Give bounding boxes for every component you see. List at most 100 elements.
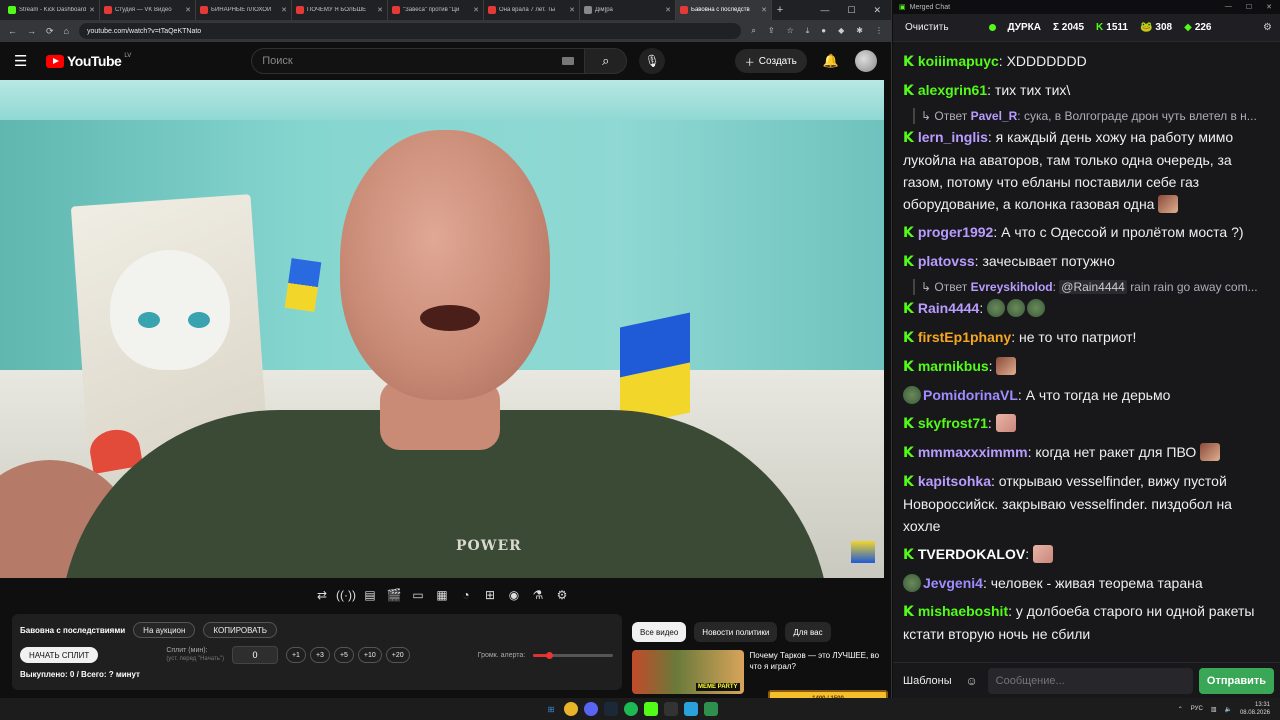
share-icon[interactable]: ⇪ (768, 26, 775, 36)
windows-start-icon[interactable]: ⊞ (544, 702, 558, 716)
chat-username[interactable]: TVERDOKALOV (918, 546, 1025, 562)
steam-icon[interactable] (604, 702, 618, 716)
loop-icon[interactable]: ⇄ (313, 586, 331, 604)
browser-tab[interactable]: Студия — VK Видео ✕ (100, 0, 196, 20)
chat-username[interactable]: proger1992 (918, 224, 993, 240)
new-tab-button[interactable]: + (772, 4, 788, 16)
chat-username[interactable]: Rain4444 (918, 300, 979, 316)
send-button[interactable]: Отправить (1198, 667, 1274, 694)
keyboard-icon[interactable] (562, 57, 575, 65)
settings-gear-icon[interactable]: ⚙ (1263, 22, 1272, 33)
extension-icon[interactable]: ● (821, 26, 826, 36)
reply-context[interactable]: ↳ Ответ Evreyskiholod: @Rain4444 rain ra… (913, 279, 1270, 295)
chat-username[interactable]: mishaeboshit (918, 603, 1008, 619)
reload-icon[interactable]: ⟳ (46, 26, 54, 37)
start-split-button[interactable]: НАЧАТЬ СПЛИТ (20, 647, 99, 663)
browser-tab[interactable]: Дiм]ра ✕ (580, 0, 676, 20)
back-icon[interactable]: ← (8, 26, 17, 36)
tab-close-icon[interactable]: ✕ (185, 6, 191, 14)
settings-gear-icon[interactable]: ⚙ (553, 586, 571, 604)
recommended-video-title[interactable]: Почему Тарков — это ЛУЧШЕЕ, во что я игр… (750, 650, 882, 694)
recommended-video[interactable]: MEME PARTY Почему Тарков — это ЛУЧШЕЕ, в… (632, 650, 882, 694)
download-icon[interactable]: ⤓ (806, 26, 810, 36)
templates-button[interactable]: Шаблоны (899, 675, 956, 687)
add-icon[interactable]: ⊞ (481, 586, 499, 604)
film-icon[interactable]: ▦ (433, 586, 451, 604)
chat-username[interactable]: marnikbus (918, 358, 989, 374)
url-field[interactable]: youtube.com/watch?v=tTaQeKTNato (78, 23, 742, 39)
youtube-logo[interactable]: YouTube LV (46, 53, 131, 69)
spotify-icon[interactable] (624, 702, 638, 716)
alert-volume-slider[interactable] (533, 651, 614, 659)
chat-username[interactable]: skyfrost71 (918, 415, 988, 431)
reply-context[interactable]: ↳ Ответ Pavel_R: сука, в Волгограде дрон… (913, 108, 1270, 124)
zoom-icon[interactable]: ⌕ (751, 26, 755, 36)
forward-icon[interactable]: → (27, 26, 36, 36)
browser-tab[interactable]: Она врала 7 лет. Ты ✕ (484, 0, 580, 20)
tab-close-icon[interactable]: ✕ (281, 6, 287, 14)
emoji-icon[interactable]: ☺ (962, 671, 982, 691)
search-input[interactable]: Поиск (251, 48, 586, 74)
reply-user[interactable]: Pavel_R (971, 109, 1018, 123)
chat-messages[interactable]: Kkoiiimapuyc: XDDDDDDD Kalexgrin61: тих т… (893, 42, 1280, 662)
tray-chevron-icon[interactable]: ⌃ (1178, 706, 1183, 713)
avatar[interactable] (855, 50, 877, 72)
speed-icon[interactable]: ◔ (457, 586, 475, 604)
home-icon[interactable]: ⌂ (64, 26, 69, 36)
search-button[interactable]: ⌕ (585, 48, 628, 74)
clock[interactable]: 13:31 08.08.2026 (1240, 701, 1270, 717)
kick-app-icon[interactable] (644, 702, 658, 716)
chat-username[interactable]: Jevgeni4 (923, 575, 983, 591)
network-icon[interactable]: ▥ (1211, 706, 1217, 713)
increment-button[interactable]: +20 (385, 647, 410, 663)
browser-tab[interactable]: ПОЧЕМУ Я БОЛЬШЕ ✕ (292, 0, 388, 20)
tab-close-icon[interactable]: ✕ (569, 6, 575, 14)
reply-user[interactable]: Evreyskiholod (971, 280, 1053, 294)
close-icon[interactable]: ✕ (1266, 3, 1272, 11)
chat-username[interactable]: koiiimapuyc (918, 53, 999, 69)
increment-button[interactable]: +1 (285, 647, 306, 663)
minimize-icon[interactable]: — (820, 5, 829, 16)
broadcast-icon[interactable]: ((·)) (336, 586, 356, 604)
browser-tab[interactable]: БИНАРНЫЕ пЛОХОЙ ✕ (196, 0, 292, 20)
playlist-icon[interactable]: ▤ (361, 586, 379, 604)
close-icon[interactable]: ✕ (873, 5, 881, 16)
menu-icon[interactable]: ☰ (14, 52, 36, 70)
menu-icon[interactable]: ⋮ (875, 26, 883, 36)
chat-message-input[interactable] (987, 667, 1193, 694)
chat-username[interactable]: lern_inglis (918, 129, 988, 145)
flask-icon[interactable]: ⚗ (529, 586, 547, 604)
increment-button[interactable]: +3 (309, 647, 330, 663)
browser-tab[interactable]: "Завеса" против "Ци ✕ (388, 0, 484, 20)
split-minutes-input[interactable]: 0 (231, 646, 278, 664)
chat-username[interactable]: firstEp1phany (918, 329, 1011, 345)
voice-search-button[interactable]: 🎙 (639, 48, 666, 74)
chat-username[interactable]: alexgrin61 (918, 82, 987, 98)
video-thumbnail[interactable]: MEME PARTY (632, 650, 744, 694)
browser-tab[interactable]: Stream - Kick Dashboard ✕ (4, 0, 100, 20)
language-indicator[interactable]: РУС (1191, 706, 1203, 712)
tab-close-icon[interactable]: ✕ (761, 6, 767, 14)
filter-chip[interactable]: Все видео (632, 622, 687, 642)
chat-username[interactable]: kapitsohka (918, 473, 991, 489)
tab-close-icon[interactable]: ✕ (473, 6, 479, 14)
obs-icon[interactable] (664, 702, 678, 716)
extension-icon[interactable]: ◆ (838, 26, 844, 36)
auction-button[interactable]: На аукцион (133, 622, 196, 638)
camera-icon[interactable]: ◉ (505, 586, 523, 604)
filter-chip[interactable]: Для вас (785, 622, 831, 642)
copy-button[interactable]: КОПИРОВАТЬ (203, 622, 277, 638)
browser-tab[interactable]: Бавовна с последств ✕ (676, 0, 772, 20)
discord-icon[interactable] (584, 702, 598, 716)
app-icon[interactable] (704, 702, 718, 716)
video-player[interactable]: POWER (0, 80, 884, 578)
maximize-icon[interactable]: ☐ (847, 5, 855, 16)
tab-close-icon[interactable]: ✕ (377, 6, 383, 14)
telegram-icon[interactable] (684, 702, 698, 716)
pip-icon[interactable]: ▭ (409, 586, 427, 604)
channel-watermark[interactable] (850, 540, 876, 564)
filter-chip[interactable]: Новости политики (694, 622, 778, 642)
clear-chat-button[interactable]: Очистить (901, 19, 953, 37)
increment-button[interactable]: +10 (357, 647, 382, 663)
volume-icon[interactable]: 🔈 (1224, 706, 1231, 713)
